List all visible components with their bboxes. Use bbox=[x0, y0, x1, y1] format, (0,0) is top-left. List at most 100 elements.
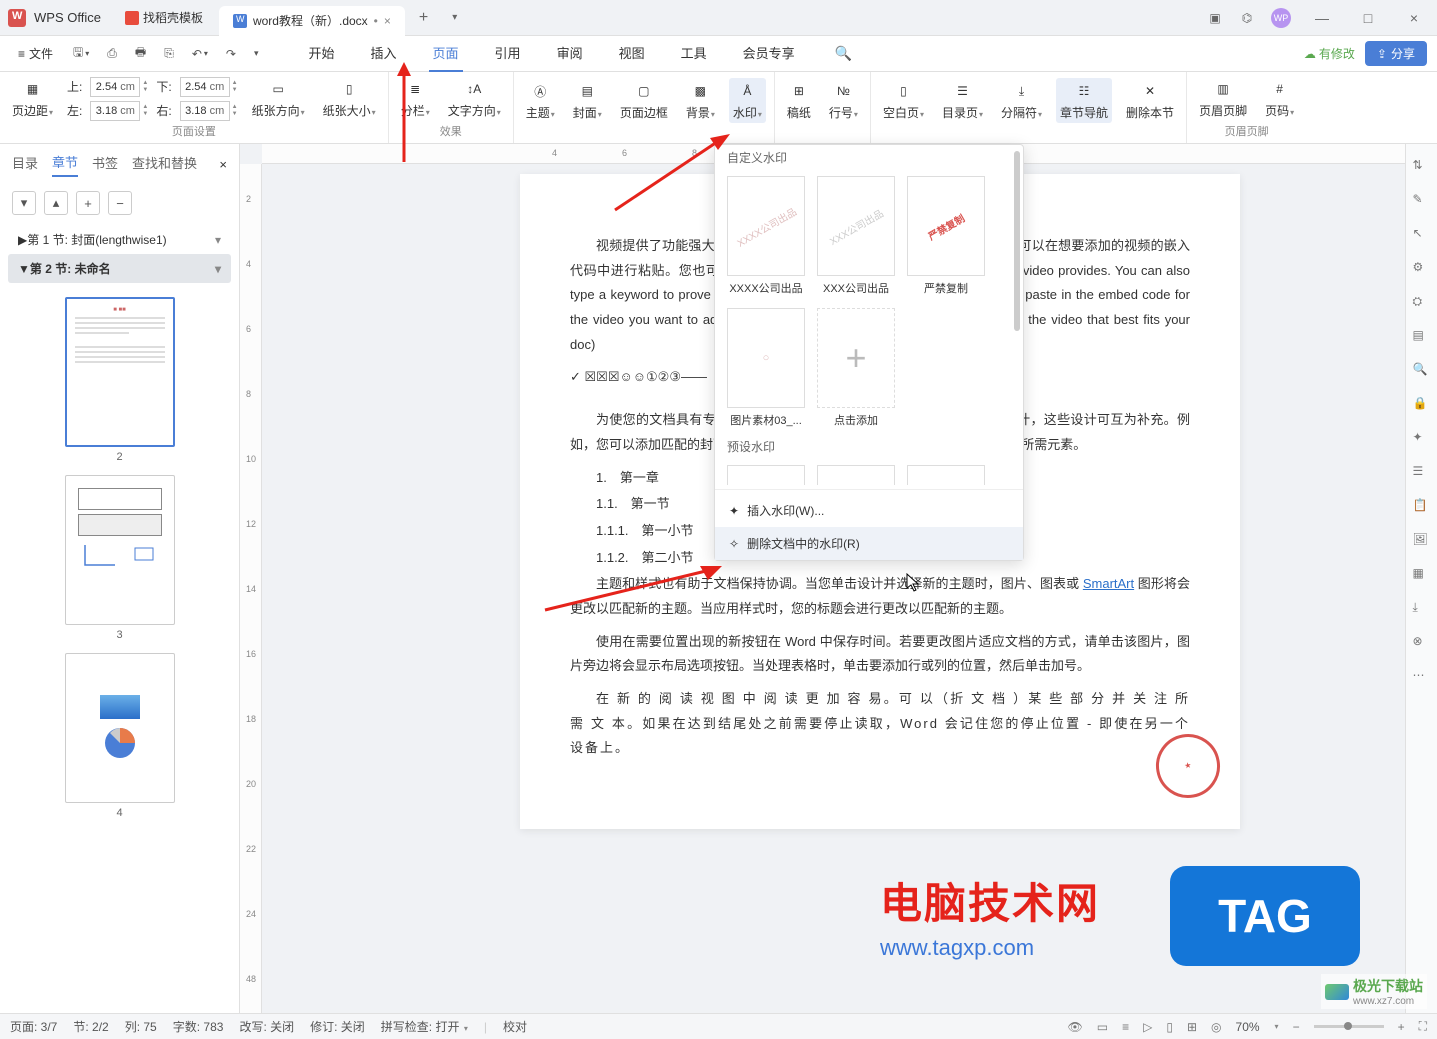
template-tab[interactable]: 找稻壳模板 bbox=[113, 3, 215, 32]
menu-tab-开始[interactable]: 开始 bbox=[305, 35, 339, 72]
thumbnail-page-2[interactable]: ■ ■■ 2 bbox=[65, 297, 175, 463]
lock-icon[interactable]: 🔒 bbox=[1413, 396, 1431, 414]
margin-left-input[interactable]: 3.18 cm bbox=[90, 101, 140, 121]
section-item-1[interactable]: ▼ 第 2 节: 未命名▾ bbox=[8, 254, 231, 283]
status-proof[interactable]: 校对 bbox=[503, 1018, 527, 1035]
play-icon[interactable]: ▷ bbox=[1143, 1020, 1152, 1034]
avatar[interactable]: WP bbox=[1271, 8, 1291, 28]
margin-bottom-stepper[interactable]: ▲▼ bbox=[232, 80, 238, 94]
zoom-value[interactable]: 70% bbox=[1236, 1020, 1260, 1034]
panel-tool-3[interactable]: − bbox=[108, 191, 132, 215]
window-minimize[interactable]: — bbox=[1307, 10, 1337, 26]
text-direction-button[interactable]: ↕A文字方向▾ bbox=[444, 76, 505, 121]
panel-close-icon[interactable]: × bbox=[219, 157, 227, 172]
web-view-icon[interactable]: ⊞ bbox=[1187, 1020, 1197, 1034]
search-menu-icon[interactable]: 🔍 bbox=[829, 41, 858, 66]
file-menu[interactable]: ≡ 文件 bbox=[10, 41, 61, 66]
modify-badge[interactable]: ☁ 有修改 bbox=[1304, 45, 1355, 62]
panel-tool-1[interactable]: ▴ bbox=[44, 191, 68, 215]
header-footer-button[interactable]: ▥页眉页脚 bbox=[1195, 76, 1251, 121]
remove-watermark-item[interactable]: ✧ 删除文档中的水印(R) bbox=[715, 527, 1023, 560]
tab-close-icon[interactable]: × bbox=[384, 14, 391, 28]
adjust-icon[interactable]: ⛭ bbox=[1413, 294, 1431, 312]
pen-icon[interactable]: ✎ bbox=[1413, 192, 1431, 210]
margin-top-stepper[interactable]: ▲▼ bbox=[142, 80, 148, 94]
filter-icon[interactable]: ⇅ bbox=[1413, 158, 1431, 176]
window-maximize[interactable]: □ bbox=[1353, 10, 1383, 26]
page-border-button[interactable]: ▢页面边框 bbox=[616, 78, 672, 123]
settings-icon[interactable]: ⚙ bbox=[1413, 260, 1431, 278]
cover-button[interactable]: ▤封面▾ bbox=[569, 78, 606, 123]
vertical-ruler[interactable]: 2468101214161820222448 bbox=[240, 164, 262, 1013]
panel-tool-0[interactable]: ▾ bbox=[12, 191, 36, 215]
export-icon[interactable]: ⤓ bbox=[1413, 600, 1431, 618]
background-button[interactable]: ▩背景▾ bbox=[682, 78, 719, 123]
paper-button[interactable]: ⊞稿纸 bbox=[783, 78, 815, 123]
panel-tab-章节[interactable]: 章节 bbox=[52, 152, 78, 177]
zoom-dropdown[interactable]: ▾ bbox=[1275, 1022, 1279, 1031]
chapter-nav-button[interactable]: ☷章节导航 bbox=[1056, 78, 1112, 123]
margin-right-stepper[interactable]: ▲▼ bbox=[232, 104, 238, 118]
section-item-0[interactable]: ▶ 第 1 节: 封面(lengthwise1)▾ bbox=[8, 225, 231, 254]
toc-page-button[interactable]: ☰目录页▾ bbox=[938, 78, 987, 123]
share-button[interactable]: ⇪ 分享 bbox=[1365, 41, 1427, 66]
panel-tab-查找和替换[interactable]: 查找和替换 bbox=[132, 153, 197, 176]
page-view-icon[interactable]: ▯ bbox=[1166, 1020, 1173, 1034]
theme-button[interactable]: Ⓐ主题▾ bbox=[522, 78, 559, 123]
document-tab[interactable]: word教程（新）.docx • × bbox=[219, 6, 405, 36]
grid-icon[interactable]: ▦ bbox=[1413, 566, 1431, 584]
dropdown-icon[interactable]: ▾ bbox=[248, 44, 265, 63]
delete-section-button[interactable]: ✕删除本节 bbox=[1122, 78, 1178, 123]
preset-wm-3[interactable] bbox=[907, 465, 985, 485]
page-number-button[interactable]: #页码▾ bbox=[1261, 76, 1298, 121]
watermark-preset-2[interactable]: 严禁复制严禁复制 bbox=[907, 176, 985, 296]
status-page[interactable]: 页面: 3/7 bbox=[10, 1018, 57, 1035]
save-icon[interactable]: 🖫▾ bbox=[67, 39, 95, 68]
layout-icon[interactable]: ▣ bbox=[1207, 10, 1223, 26]
insert-watermark-item[interactable]: ✦ 插入水印(W)... bbox=[715, 494, 1023, 527]
window-close[interactable]: × bbox=[1399, 10, 1429, 26]
menu-tab-页面[interactable]: 页面 bbox=[429, 35, 463, 72]
eye-icon[interactable]: 👁 bbox=[1068, 1020, 1083, 1034]
panel-tab-目录[interactable]: 目录 bbox=[12, 153, 38, 176]
list-icon[interactable]: ☰ bbox=[1413, 464, 1431, 482]
watermark-image-item[interactable]: ○ 图片素材03_... bbox=[727, 308, 805, 428]
search-icon[interactable]: 🔍 bbox=[1413, 362, 1431, 380]
cursor-icon[interactable]: ↖ bbox=[1413, 226, 1431, 244]
focus-icon[interactable]: ◎ bbox=[1211, 1020, 1221, 1034]
margin-bottom-input[interactable]: 2.54 cm bbox=[180, 77, 230, 97]
brush-icon[interactable]: ⎘ bbox=[158, 42, 180, 65]
paper-size-button[interactable]: ▯纸张大小▾ bbox=[319, 76, 380, 121]
thumbnail-page-3[interactable]: 3 bbox=[65, 475, 175, 641]
menu-tab-工具[interactable]: 工具 bbox=[677, 35, 711, 72]
comment-icon[interactable]: ▭ bbox=[1097, 1020, 1108, 1034]
margin-right-input[interactable]: 3.18 cm bbox=[180, 101, 230, 121]
menu-tab-审阅[interactable]: 审阅 bbox=[553, 35, 587, 72]
sparkle-icon[interactable]: ✦ bbox=[1413, 430, 1431, 448]
separator-button[interactable]: ⤓分隔符▾ bbox=[997, 78, 1046, 123]
image-icon[interactable]: 🖼 bbox=[1413, 532, 1431, 550]
more-icon[interactable]: ⋯ bbox=[1413, 668, 1431, 686]
zoom-out-icon[interactable]: − bbox=[1293, 1020, 1300, 1034]
smartart-link[interactable]: SmartArt bbox=[1083, 576, 1134, 591]
watermark-button[interactable]: Å水印▾ bbox=[729, 78, 766, 123]
zoom-slider[interactable] bbox=[1314, 1025, 1384, 1028]
redo-icon[interactable]: ↷ bbox=[220, 43, 242, 65]
line-number-button[interactable]: №行号▾ bbox=[825, 78, 862, 123]
book-icon[interactable]: ▤ bbox=[1413, 328, 1431, 346]
menu-tab-引用[interactable]: 引用 bbox=[491, 35, 525, 72]
status-column[interactable]: 列: 75 bbox=[125, 1018, 157, 1035]
page-margins-button[interactable]: ▦ 页边距▾ bbox=[8, 76, 57, 121]
new-tab-dropdown[interactable]: ▾ bbox=[442, 12, 467, 23]
blank-page-button[interactable]: ▯空白页▾ bbox=[879, 78, 928, 123]
cube-icon[interactable]: ⌬ bbox=[1239, 10, 1255, 26]
print-preview-icon[interactable]: ⎙ bbox=[101, 42, 123, 65]
new-tab-button[interactable]: + bbox=[409, 9, 438, 27]
margin-left-stepper[interactable]: ▲▼ bbox=[142, 104, 148, 118]
dropdown-scrollbar[interactable] bbox=[1014, 151, 1020, 331]
zoom-in-icon[interactable]: + bbox=[1398, 1020, 1405, 1034]
undo-icon[interactable]: ↶▾ bbox=[186, 43, 214, 65]
watermark-add-item[interactable]: + 点击添加 bbox=[817, 308, 895, 428]
view-mode-icon[interactable]: ≡ bbox=[1122, 1020, 1129, 1034]
status-words[interactable]: 字数: 783 bbox=[173, 1018, 224, 1035]
